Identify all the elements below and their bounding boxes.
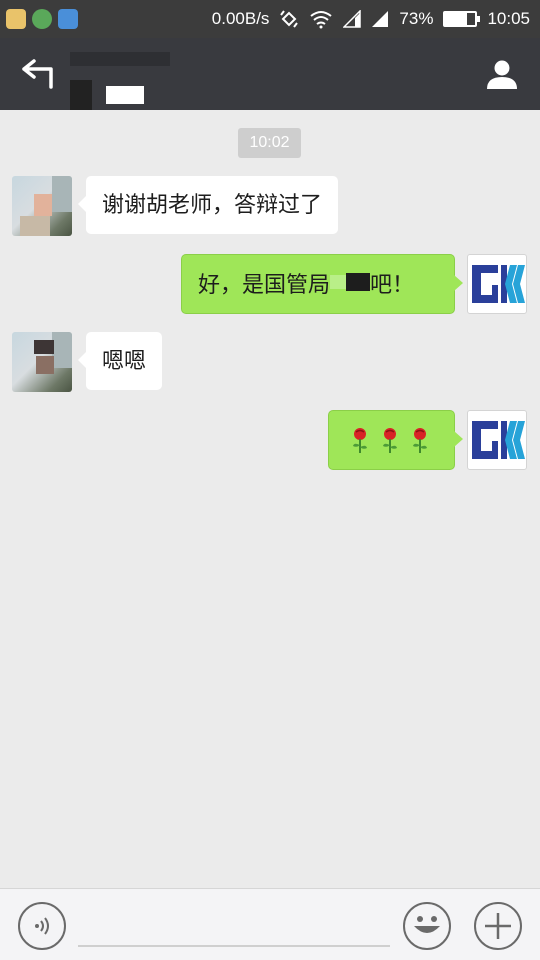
message-bubble-sent[interactable] bbox=[328, 410, 463, 470]
rose-emoji-group bbox=[351, 425, 432, 455]
contact-name-redacted bbox=[70, 52, 190, 110]
more-options-button[interactable] bbox=[474, 902, 522, 950]
network-speed: 0.00B/s bbox=[211, 9, 270, 28]
message-text: 谢谢胡老师，答辩过了 bbox=[102, 192, 323, 217]
message-input[interactable] bbox=[78, 903, 390, 947]
rose-icon bbox=[413, 428, 427, 453]
signal-icon-1 bbox=[343, 10, 362, 28]
plus-icon bbox=[485, 913, 511, 939]
signal-icon-2 bbox=[371, 10, 389, 28]
redacted-text bbox=[330, 269, 371, 303]
voice-icon bbox=[35, 917, 49, 935]
battery-icon bbox=[443, 11, 481, 27]
cloud-notification-icon bbox=[58, 9, 78, 29]
input-bar bbox=[0, 888, 540, 960]
self-avatar[interactable] bbox=[467, 410, 527, 470]
status-notification-icons bbox=[6, 9, 78, 29]
message-text-end: 吧！ bbox=[370, 271, 415, 297]
gk-logo-icon bbox=[472, 421, 525, 459]
battery-percent: 73% bbox=[399, 9, 434, 28]
person-icon bbox=[487, 60, 517, 89]
chat-info-button[interactable] bbox=[482, 54, 522, 94]
clock: 10:05 bbox=[487, 9, 530, 28]
self-avatar[interactable] bbox=[467, 254, 527, 314]
wifi-icon bbox=[309, 9, 333, 29]
gk-logo-icon bbox=[472, 265, 525, 303]
back-button[interactable] bbox=[18, 54, 58, 94]
friend-avatar[interactable] bbox=[12, 176, 72, 236]
battery-level bbox=[445, 13, 468, 25]
title-bar bbox=[0, 38, 540, 110]
rotation-icon bbox=[279, 9, 299, 29]
message-bubble-received[interactable]: 谢谢胡老师，答辩过了 bbox=[77, 176, 339, 234]
rose-icon bbox=[353, 428, 367, 453]
emoji-icon bbox=[414, 916, 440, 933]
status-bar: 0.00B/s 73% 10:05 bbox=[0, 0, 540, 38]
app-notification-icon bbox=[6, 9, 26, 29]
chat-notification-icon bbox=[32, 9, 52, 29]
message-text-start: 好，是国管局 bbox=[198, 271, 331, 297]
back-arrow-icon bbox=[22, 59, 53, 89]
voice-input-button[interactable] bbox=[18, 902, 66, 950]
emoji-button[interactable] bbox=[403, 902, 451, 950]
message-text: 嗯嗯 bbox=[102, 348, 147, 373]
message-bubble-sent[interactable]: 好，是国管局 吧！ bbox=[181, 254, 463, 314]
friend-avatar[interactable] bbox=[12, 332, 72, 392]
chat-timestamp: 10:02 bbox=[238, 128, 301, 158]
message-bubble-received[interactable]: 嗯嗯 bbox=[77, 332, 163, 390]
rose-icon bbox=[383, 428, 397, 453]
